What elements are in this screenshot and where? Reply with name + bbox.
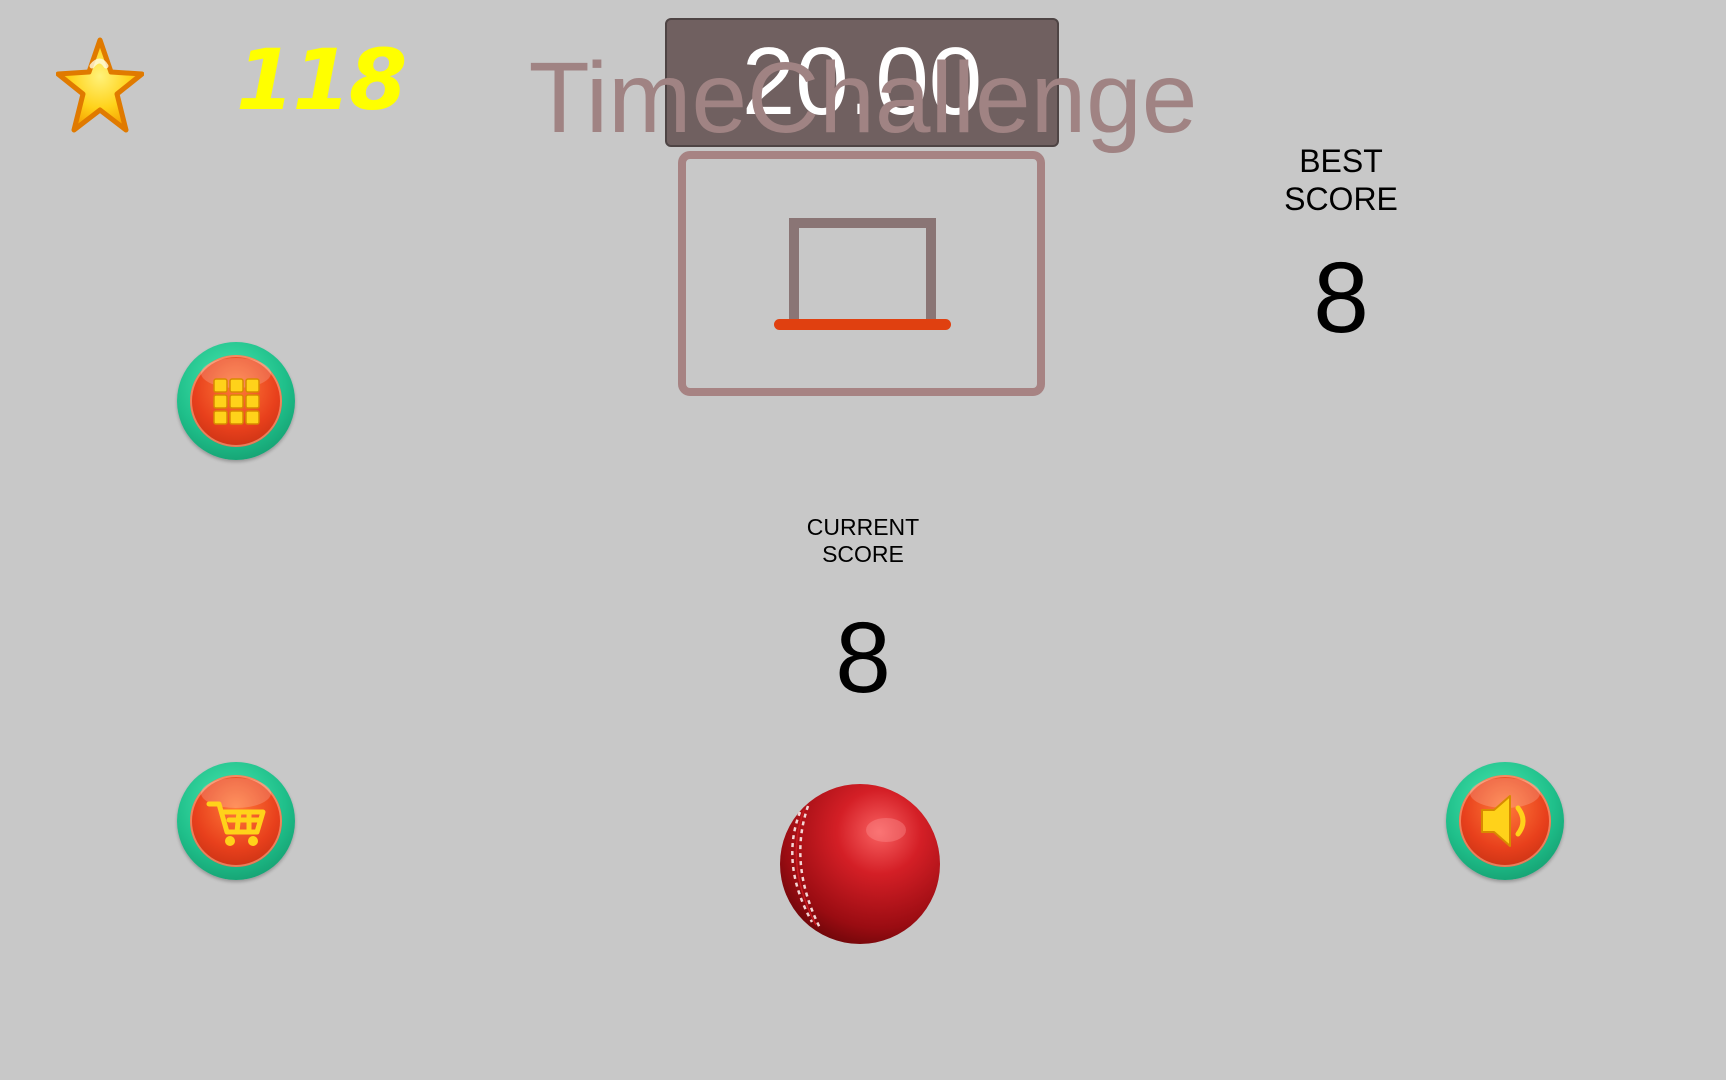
best-score-label-line1: BEST	[1299, 143, 1383, 179]
current-score-label-line2: SCORE	[822, 541, 904, 567]
coin-count: 118	[236, 31, 407, 129]
grid-icon	[213, 378, 260, 425]
level-menu-button[interactable]	[177, 342, 295, 460]
sound-toggle-button[interactable]	[1446, 762, 1564, 880]
shop-button[interactable]	[177, 762, 295, 880]
current-score-label-line1: CURRENT	[806, 514, 920, 540]
mode-title: TimeChallenge	[528, 42, 1198, 154]
speaker-icon	[1481, 795, 1526, 847]
current-score-value: 8	[835, 602, 891, 714]
hoop-target-square	[789, 218, 936, 323]
best-score-value: 8	[1313, 242, 1369, 354]
best-score-label: BEST SCORE	[1241, 142, 1441, 218]
hoop-rim	[774, 319, 951, 330]
best-score-label-line2: SCORE	[1284, 181, 1398, 217]
star-icon	[55, 36, 145, 136]
cart-icon	[206, 801, 266, 846]
cricket-ball-icon[interactable]	[778, 782, 942, 946]
current-score-label: CURRENT SCORE	[763, 514, 963, 568]
